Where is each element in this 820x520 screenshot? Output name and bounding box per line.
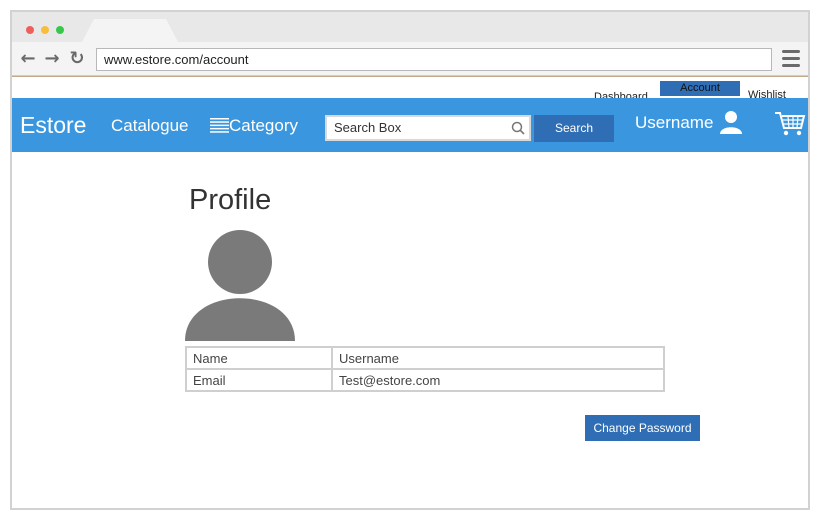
- search-input[interactable]: Search Box: [325, 115, 531, 141]
- url-bar[interactable]: www.estore.com/account: [96, 48, 772, 71]
- catalogue-link[interactable]: Catalogue: [111, 116, 189, 136]
- site-header: Estore Catalogue Category Search Box Sea…: [12, 98, 808, 152]
- category-label: Category: [229, 116, 298, 135]
- profile-info-table: Name Username Email Test@estore.com: [185, 346, 665, 392]
- category-link[interactable]: Category: [210, 116, 298, 136]
- list-icon: [210, 118, 229, 133]
- browser-toolbar: ← → ↻ www.estore.com/account: [12, 42, 808, 76]
- reload-icon[interactable]: ↻: [67, 49, 87, 69]
- name-value: Username: [331, 346, 665, 370]
- table-row: Email Test@estore.com: [185, 368, 665, 392]
- browser-window: ← → ↻ www.estore.com/account Dashboard A…: [10, 10, 810, 510]
- browser-titlebar: [12, 12, 808, 42]
- email-value: Test@estore.com: [331, 368, 665, 392]
- page-title: Profile: [189, 184, 272, 216]
- top-links-strip: Dashboard Account Wishlist: [12, 76, 808, 103]
- browser-tab[interactable]: [82, 19, 178, 42]
- user-icon[interactable]: [719, 110, 743, 134]
- menu-icon[interactable]: [782, 50, 800, 68]
- username-link[interactable]: Username: [635, 113, 713, 133]
- forward-icon[interactable]: →: [42, 49, 62, 69]
- name-label: Name: [185, 346, 333, 370]
- cart-icon[interactable]: [774, 110, 806, 138]
- table-row: Name Username: [185, 346, 665, 370]
- back-icon[interactable]: ←: [18, 49, 38, 69]
- minimize-window-dot[interactable]: [41, 26, 49, 34]
- search-icon[interactable]: [511, 121, 525, 135]
- email-label: Email: [185, 368, 333, 392]
- avatar-icon: [185, 230, 295, 341]
- account-link[interactable]: Account: [660, 81, 740, 96]
- maximize-window-dot[interactable]: [56, 26, 64, 34]
- brand-logo[interactable]: Estore: [20, 112, 86, 139]
- search-button[interactable]: Search: [534, 115, 614, 142]
- change-password-button[interactable]: Change Password: [585, 415, 700, 441]
- search-placeholder: Search Box: [334, 120, 402, 135]
- close-window-dot[interactable]: [26, 26, 34, 34]
